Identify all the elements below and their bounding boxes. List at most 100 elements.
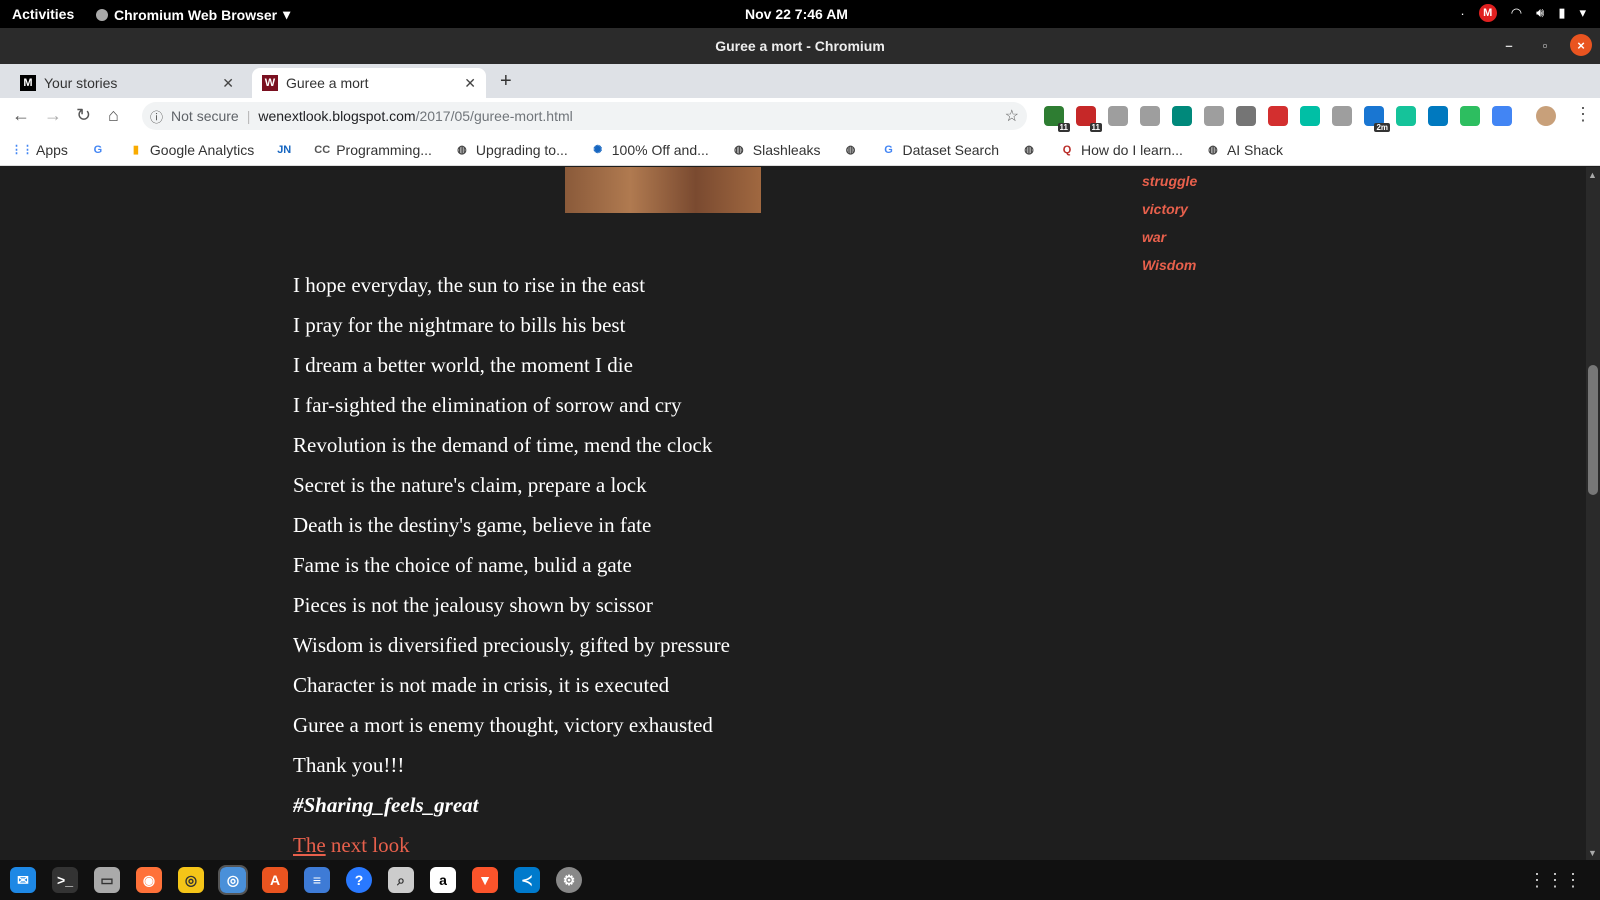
hashtag: #Sharing_feels_great xyxy=(293,793,479,817)
close-window-button[interactable]: × xyxy=(1570,34,1592,56)
ext-teal-icon[interactable] xyxy=(1172,106,1192,126)
firefox-icon[interactable]: ◉ xyxy=(136,867,162,893)
security-status: Not secure xyxy=(171,108,239,124)
address-bar[interactable]: ⓘ Not secure | wenextlook.blogspot.com /… xyxy=(142,102,1027,130)
camera-icon[interactable] xyxy=(1140,106,1160,126)
sidebar-label-link[interactable]: victory xyxy=(1142,195,1197,223)
the-next-look-link[interactable]: The xyxy=(293,833,326,857)
app-menu[interactable]: Chromium Web Browser ▾ xyxy=(96,6,290,23)
text-editor-icon[interactable]: ≡ xyxy=(304,867,330,893)
settings-icon[interactable]: ⚙ xyxy=(556,867,582,893)
sidebar-label-link[interactable]: war xyxy=(1142,223,1197,251)
sidebar-label-link[interactable]: struggle xyxy=(1142,167,1197,195)
extensions-area: 11 11 2m xyxy=(1044,106,1512,132)
bookmark-item[interactable]: ◍ Slashleaks xyxy=(731,142,821,158)
poem-line: Guree a mort is enemy thought, victory e… xyxy=(293,713,713,737)
q-icon: Q xyxy=(1062,143,1072,156)
bookmark-item[interactable]: G xyxy=(90,142,106,158)
clock[interactable]: Nov 22 7:46 AM xyxy=(745,6,848,22)
chromium-taskbar-icon[interactable]: ◎ xyxy=(218,865,248,895)
rhythmbox-icon[interactable]: ◎ xyxy=(178,867,204,893)
bookmark-item[interactable]: Q How do I learn... xyxy=(1059,142,1183,158)
scroll-up-arrow-icon[interactable]: ▲ xyxy=(1588,170,1597,180)
grammarly-icon[interactable] xyxy=(1396,106,1416,126)
profile-avatar[interactable] xyxy=(1536,106,1556,126)
poem-line: Character is not made in crisis, it is e… xyxy=(293,673,670,697)
kebab-menu-icon[interactable]: ⋮ xyxy=(1574,104,1592,125)
close-tab-icon[interactable]: ✕ xyxy=(464,75,476,92)
url-path: /2017/05/guree-mort.html xyxy=(415,108,573,124)
software-center-icon[interactable]: A xyxy=(262,867,288,893)
bookmark-item[interactable]: ⋮⋮ Apps xyxy=(11,142,68,158)
page-scrollbar-track[interactable] xyxy=(1586,167,1600,860)
bookmark-label: How do I learn... xyxy=(1081,141,1183,158)
bookmark-label: Upgrading to... xyxy=(475,141,568,158)
brave-icon[interactable]: ▼ xyxy=(472,867,498,893)
new-tab-plus-icon[interactable]: + xyxy=(500,70,512,93)
info-icon[interactable]: ⓘ xyxy=(150,107,163,126)
jn-icon: JN xyxy=(277,143,292,156)
ext-grey-icon[interactable] xyxy=(1236,106,1256,126)
bookmark-item[interactable]: ▮ Google Analytics xyxy=(128,142,254,158)
files-icon[interactable]: ▭ xyxy=(94,867,120,893)
poem-line: I dream a better world, the moment I die xyxy=(293,353,633,377)
pocket-icon[interactable] xyxy=(1332,106,1352,126)
vscode-icon[interactable]: ≺ xyxy=(514,867,540,893)
bookmark-item[interactable]: ✺ 100% Off and... xyxy=(590,142,709,158)
reload-icon[interactable]: ↻ xyxy=(76,105,91,126)
scroll-down-arrow-icon[interactable]: ▼ xyxy=(1588,848,1597,858)
help-icon[interactable]: ? xyxy=(346,867,372,893)
poem-line: I hope everyday, the sun to rise in the … xyxy=(293,273,646,297)
home-icon[interactable]: ⌂ xyxy=(108,105,119,126)
analytics-icon: ▮ xyxy=(132,144,139,156)
bookmark-item[interactable]: G Dataset Search xyxy=(881,142,999,158)
activities-button[interactable]: Activities xyxy=(12,6,74,22)
back-arrow-icon[interactable]: ← xyxy=(12,105,30,126)
tab-your-stories[interactable]: M Your stories ✕ xyxy=(10,68,244,98)
forward-arrow-icon[interactable]: → xyxy=(44,105,62,126)
dropbox-icon[interactable] xyxy=(1108,106,1128,126)
image-viewer-icon[interactable]: ⌕ xyxy=(388,867,414,893)
bookmark-star-icon[interactable]: ☆ xyxy=(1005,106,1019,126)
poem-line: Fame is the choice of name, bulid a gate xyxy=(293,553,632,577)
page-scrollbar-thumb[interactable] xyxy=(1588,365,1598,495)
terminal-icon[interactable]: >_ xyxy=(52,867,78,893)
system-top-bar: Activities Chromium Web Browser ▾ Nov 22… xyxy=(0,0,1600,28)
window-title-bar: Guree a mort - Chromium – ▫ × xyxy=(0,28,1600,64)
g-icon: G xyxy=(93,143,103,156)
thunderbird-icon[interactable]: ✉ xyxy=(10,867,36,893)
bookmark-item[interactable]: CC Programming... xyxy=(314,142,432,158)
ext-green-badge-icon[interactable]: 11 xyxy=(1044,106,1070,132)
bookmark-item[interactable]: ◍ xyxy=(843,142,859,158)
evernote-icon[interactable] xyxy=(1460,106,1480,126)
maximize-button[interactable]: ▫ xyxy=(1534,34,1556,56)
tab-label: Guree a mort xyxy=(286,75,369,91)
globe-icon: ◍ xyxy=(845,144,856,156)
bookmark-item[interactable]: ◍ xyxy=(1021,142,1037,158)
bookmark-item[interactable]: ◍ Upgrading to... xyxy=(454,142,568,158)
trello-icon[interactable] xyxy=(1428,106,1448,126)
show-applications-icon[interactable]: ⋮⋮⋮ xyxy=(1528,870,1582,891)
app-menu-label: Chromium Web Browser xyxy=(114,6,278,23)
system-tray[interactable]: · M ◠ 🔊︎ ▮ ▾ xyxy=(1460,4,1586,22)
amazon-icon[interactable]: a xyxy=(430,867,456,893)
taskbar: ✉ >_ ▭ ◉ ◎ ◎ A ≡ ? ⌕ a ▼ ≺ ⚙ xyxy=(0,860,1600,900)
tab-guree-a-mort[interactable]: W Guree a mort ✕ xyxy=(252,68,486,98)
system-menu-caret-icon: ▾ xyxy=(1579,5,1586,20)
mail-indicator-icon[interactable]: M xyxy=(1478,4,1497,22)
poem-line: Thank you!!! xyxy=(293,753,405,777)
bookmark-label: Slashleaks xyxy=(752,141,821,158)
translate-icon[interactable] xyxy=(1492,106,1512,126)
ext-m-icon[interactable] xyxy=(1300,106,1320,126)
ext-red-dots-icon[interactable] xyxy=(1268,106,1288,126)
bookmark-item[interactable]: JN xyxy=(276,142,292,158)
bookmark-item[interactable]: ◍ AI Shack xyxy=(1205,142,1283,158)
close-tab-icon[interactable]: ✕ xyxy=(222,75,234,92)
globe-icon: ◍ xyxy=(1208,144,1218,156)
sidebar-label-link[interactable]: Wisdom xyxy=(1142,251,1197,279)
ext-grid-icon[interactable] xyxy=(1204,106,1224,126)
ext-blue-2m-icon[interactable]: 2m xyxy=(1364,106,1390,132)
minimize-button[interactable]: – xyxy=(1498,34,1520,56)
notification-dot-icon: · xyxy=(1460,5,1465,21)
ext-red-badge-icon[interactable]: 11 xyxy=(1076,106,1102,132)
